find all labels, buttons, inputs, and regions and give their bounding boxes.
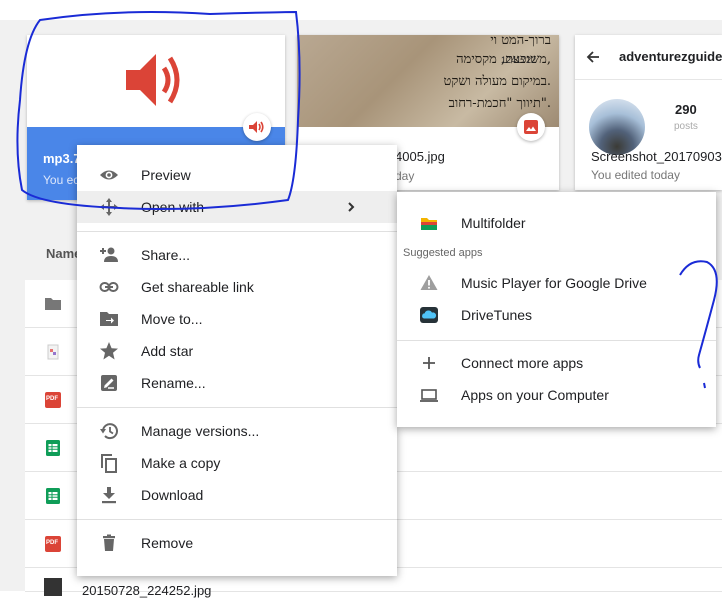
card-header: adventurezguide	[575, 35, 722, 80]
profile-name: adventurezguide	[619, 49, 722, 64]
menu-item-add-star[interactable]: Add star	[77, 335, 397, 367]
post-count-label: posts	[674, 121, 698, 132]
eye-icon	[100, 170, 118, 180]
copy-icon	[101, 454, 117, 473]
submenu-item-drivetunes[interactable]: DriveTunes	[397, 299, 716, 331]
link-icon	[99, 282, 119, 292]
pdf-icon-label: PDF	[46, 396, 58, 402]
context-menu: Preview Open with Share... Get shareable…	[77, 145, 397, 576]
menu-item-make-copy[interactable]: Make a copy	[77, 447, 397, 479]
laptop-icon	[420, 389, 438, 402]
submenu-item-label: Connect more apps	[461, 355, 584, 371]
menu-item-download[interactable]: Download	[77, 479, 397, 511]
sheets-icon	[46, 440, 60, 456]
card-filename: mp3.7	[43, 151, 81, 166]
cloud-icon	[420, 307, 438, 323]
menu-divider	[77, 231, 397, 232]
submenu-item-label: Multifolder	[461, 215, 526, 231]
menu-item-remove[interactable]: Remove	[77, 527, 397, 559]
top-bar	[0, 0, 722, 20]
folder-move-icon	[100, 312, 118, 326]
thumb-number: 1241722	[501, 55, 537, 65]
submenu-item-label: Music Player for Google Drive	[461, 275, 647, 291]
menu-item-label: Rename...	[141, 375, 206, 391]
audio-thumbnail	[27, 35, 285, 127]
history-icon	[100, 423, 118, 440]
menu-item-share[interactable]: Share...	[77, 239, 397, 271]
star-icon	[100, 342, 118, 360]
image-thumbnail: ברוך-המט וי משופצת, מקסימה, במיקום מעולה…	[297, 35, 559, 127]
menu-item-label: Make a copy	[141, 455, 221, 471]
image-icon	[44, 578, 62, 596]
chevron-right-icon	[348, 202, 355, 212]
menu-item-label: Move to...	[141, 311, 203, 327]
menu-item-move-to[interactable]: Move to...	[77, 303, 397, 335]
file-icon	[47, 344, 59, 360]
add-person-icon	[100, 247, 118, 262]
thumb-text-line: ברוך-המט וי	[490, 35, 551, 48]
card-filename: Screenshot_20170903	[591, 149, 722, 164]
image-icon	[524, 120, 538, 134]
back-arrow-icon[interactable]	[585, 49, 601, 65]
audio-badge	[243, 113, 271, 141]
thumb-text-line: תיווך "חכמת-רחוב".	[448, 96, 551, 111]
submenu-item-computer-apps[interactable]: Apps on your Computer	[397, 379, 716, 411]
menu-item-rename[interactable]: Rename...	[77, 367, 397, 399]
menu-item-get-link[interactable]: Get shareable link	[77, 271, 397, 303]
post-count: 290	[675, 102, 697, 117]
submenu-item-connect-apps[interactable]: Connect more apps	[397, 347, 716, 379]
download-icon	[102, 487, 116, 504]
file-card-screenshot[interactable]: adventurezguide 290 posts Screenshot_201…	[575, 35, 722, 190]
warning-triangle-icon	[420, 275, 438, 290]
submenu-item-multifolder[interactable]: Multifolder	[397, 207, 716, 239]
submenu-item-label: Apps on your Computer	[461, 387, 609, 403]
menu-item-open-with[interactable]: Open with	[77, 191, 397, 223]
submenu-item-music-player[interactable]: Music Player for Google Drive	[397, 267, 716, 299]
menu-item-label: Remove	[141, 535, 194, 551]
pencil-icon	[101, 375, 117, 391]
card-subtitle: You edited today	[591, 168, 680, 182]
menu-item-label: Share...	[141, 247, 191, 263]
plus-icon	[423, 357, 435, 369]
open-with-submenu: Multifolder Suggested apps Music Player …	[397, 192, 716, 427]
multifolder-icon	[421, 218, 437, 230]
image-badge	[517, 113, 545, 141]
menu-item-label: Download	[141, 487, 204, 503]
menu-item-label: Add star	[141, 343, 194, 359]
menu-item-manage-versions[interactable]: Manage versions...	[77, 415, 397, 447]
submenu-item-label: DriveTunes	[461, 307, 533, 323]
menu-item-label: Manage versions...	[141, 423, 260, 439]
menu-divider	[77, 519, 397, 520]
card-filename: 4005.jpg	[395, 149, 445, 164]
menu-item-label: Get shareable link	[141, 279, 254, 295]
pdf-icon-label: PDF	[46, 540, 58, 546]
trash-icon	[103, 534, 115, 551]
suggested-apps-label: Suggested apps	[403, 247, 483, 259]
move-arrows-icon	[100, 198, 118, 216]
folder-icon	[45, 298, 61, 310]
card-subtitle: You ec	[43, 173, 80, 187]
speaker-icon	[126, 54, 180, 106]
menu-item-preview[interactable]: Preview	[77, 159, 397, 191]
menu-item-label: Open with	[141, 199, 205, 215]
avatar	[589, 99, 645, 155]
card-subtitle: day	[395, 169, 415, 183]
thumb-text-line: במיקום מעולה ושקט.	[443, 74, 551, 89]
menu-divider	[397, 340, 716, 341]
menu-item-label: Preview	[141, 167, 191, 183]
menu-divider	[77, 407, 397, 408]
speaker-small-icon	[249, 121, 264, 133]
sheets-icon	[46, 488, 60, 504]
